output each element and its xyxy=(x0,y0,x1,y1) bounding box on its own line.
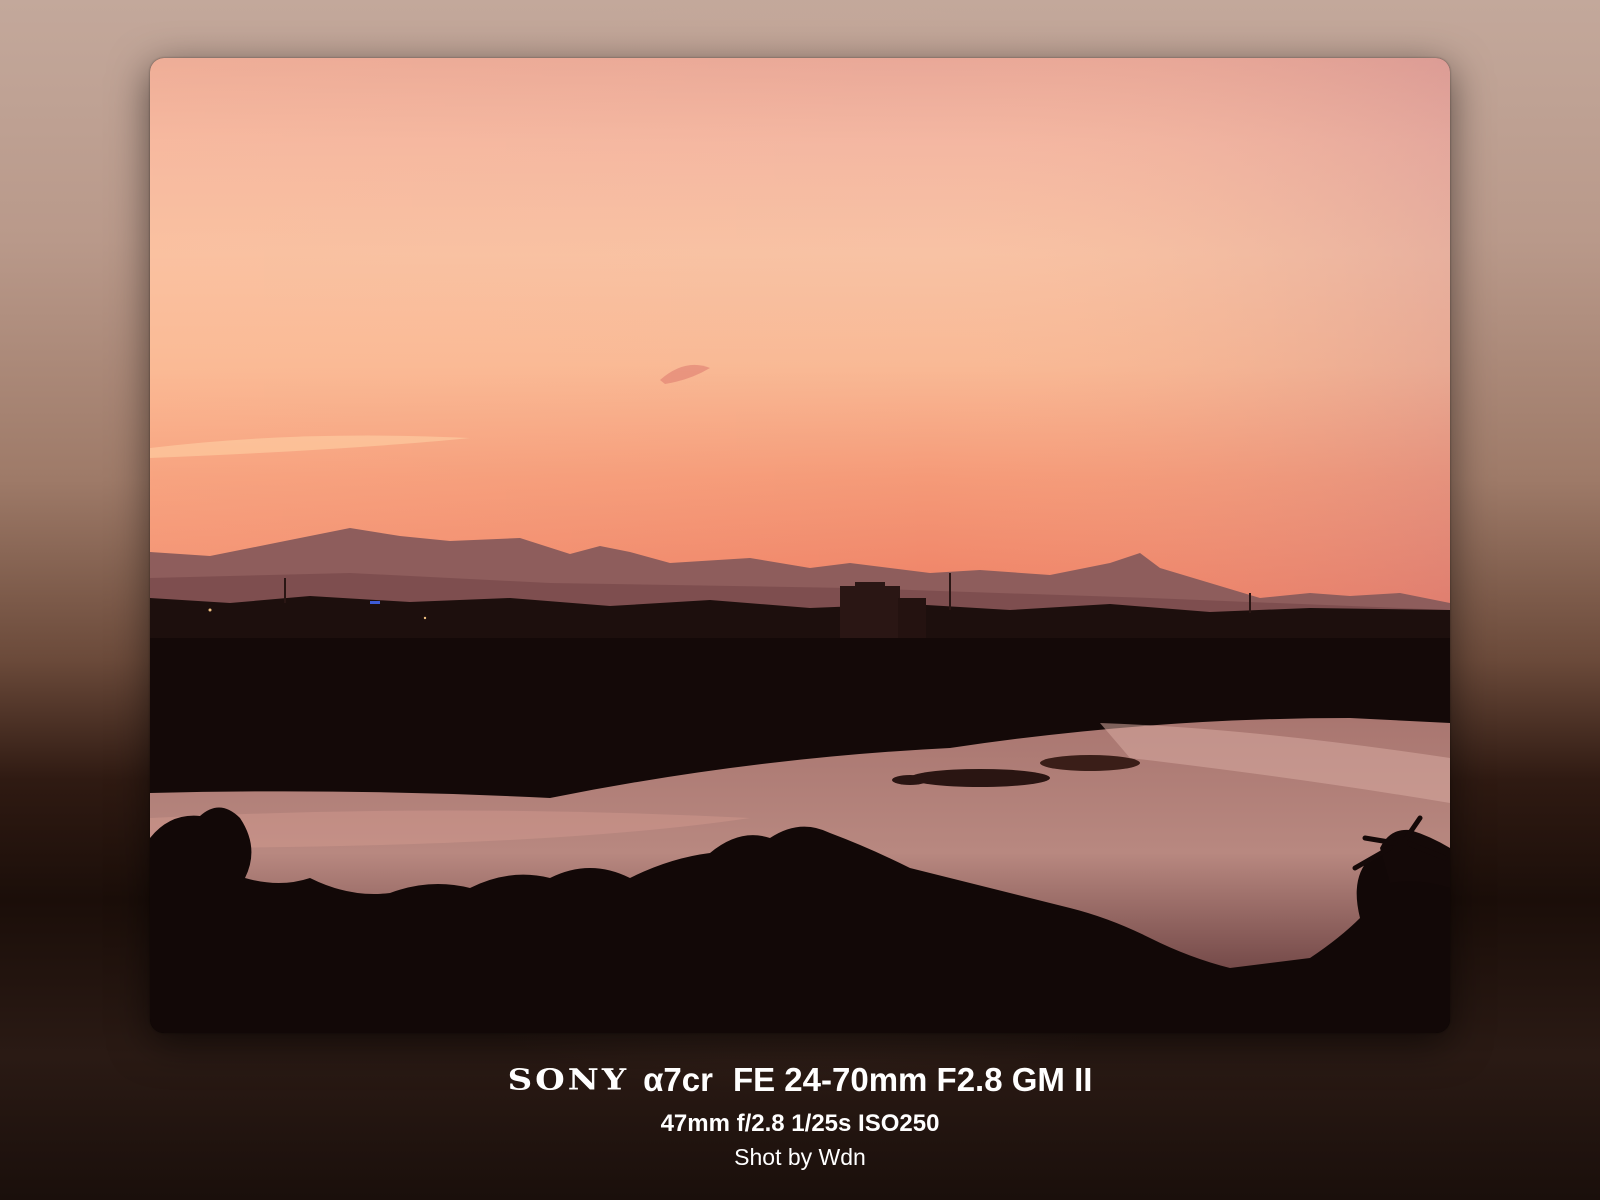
sony-logo: SONY xyxy=(507,1063,630,1097)
exposure-settings: 47mm f/2.8 1/25s ISO250 xyxy=(660,1110,940,1137)
camera-model: α7cr xyxy=(643,1061,713,1098)
photo-caption: SONY α7cr FE 24-70mm F2.8 GM II 47mm f/2… xyxy=(0,1060,1600,1171)
lens-name: FE 24-70mm F2.8 GM II xyxy=(732,1061,1093,1098)
photographer-credit: Shot by Wdn xyxy=(734,1144,866,1170)
sunset-photo xyxy=(150,58,1450,1033)
camera-info-line: SONY α7cr FE 24-70mm F2.8 GM II xyxy=(0,1060,1600,1104)
sunset-photo-image xyxy=(150,58,1450,1033)
